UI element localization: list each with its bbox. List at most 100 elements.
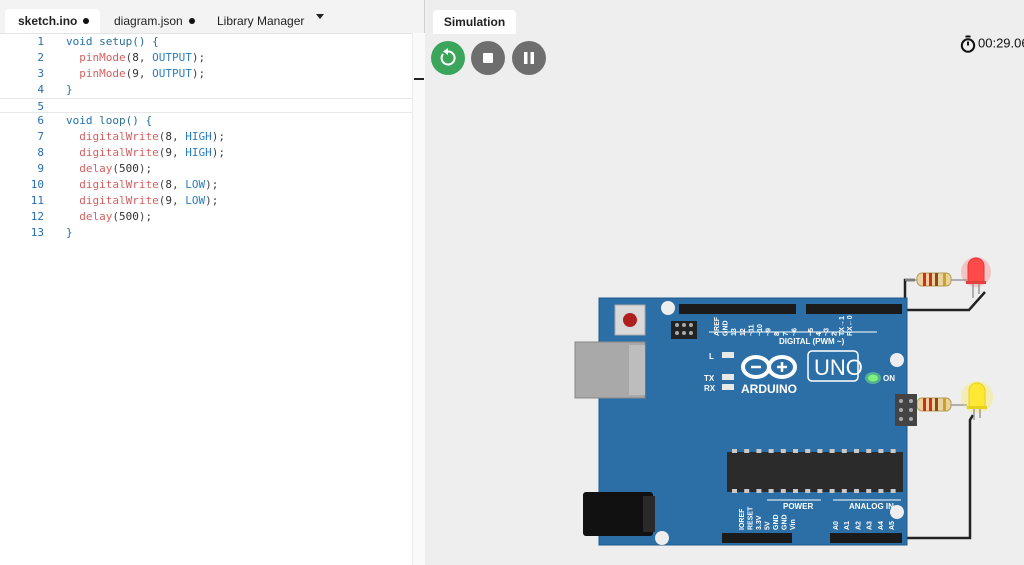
tab-label: sketch.ino — [18, 14, 78, 28]
pin-label: A3 — [867, 521, 874, 530]
code-line: 4} — [0, 82, 424, 98]
led-red[interactable] — [961, 257, 991, 298]
code-line: 11 digitalWrite(9, LOW); — [0, 193, 424, 209]
code-line: 12 delay(500); — [0, 209, 424, 225]
chip-pin — [744, 489, 750, 493]
mounting-hole — [661, 301, 675, 315]
pin-label: Vin — [790, 519, 797, 530]
mounting-hole — [655, 531, 669, 545]
pin-label: A4 — [878, 521, 885, 530]
tab-sketch-ino[interactable]: sketch.ino — [5, 9, 100, 33]
code-token: delay — [79, 209, 113, 223]
digital-header — [679, 304, 902, 314]
resistor-2[interactable] — [915, 397, 967, 412]
editor-tab-bar: sketch.ino diagram.json Library Manager — [0, 0, 424, 34]
simulation-pane: Simulation 00:29.06 AREF GND 13 12 ~11 ~… — [425, 0, 1024, 565]
line-number: 4 — [37, 82, 44, 96]
led-rx — [722, 384, 734, 390]
chip-pin — [805, 449, 811, 453]
code-token: 8 — [165, 178, 172, 192]
code-line: 6 void loop() { — [0, 113, 424, 129]
chip-pin — [732, 489, 737, 493]
line-number: 5 — [37, 99, 44, 113]
code-token: loop — [99, 114, 126, 128]
power-label: POWER — [783, 502, 813, 511]
code-token: delay — [79, 162, 113, 176]
tab-label: Library Manager — [217, 14, 305, 28]
line-number: 11 — [30, 193, 44, 207]
code-area[interactable]: 1 void setup() { 2 pinMode(8, OUTPUT); 3 … — [0, 33, 424, 565]
brand-label: ARDUINO — [741, 382, 797, 396]
chip-pin — [841, 449, 847, 453]
power-led-label: ON — [883, 374, 895, 383]
pin-label: RX←0 — [847, 315, 854, 336]
atmega-chip — [727, 449, 903, 493]
chip-pin — [866, 449, 872, 453]
chip-pin — [744, 449, 750, 453]
code-token: 9 — [165, 193, 172, 207]
line-number: 1 — [37, 35, 44, 48]
code-token: digitalWrite — [79, 178, 159, 192]
model-label: UNO — [814, 355, 863, 380]
led-tx-label: TX — [704, 374, 715, 383]
editor-scrollbar[interactable] — [412, 33, 425, 565]
code-token: LOW — [185, 178, 206, 192]
resistor-1[interactable] — [905, 272, 967, 287]
led-tx — [722, 374, 734, 380]
chip-pin — [890, 489, 896, 493]
pin-label: A2 — [855, 521, 862, 530]
chip-pin — [805, 489, 811, 493]
pin-label: 8 — [774, 332, 781, 336]
arduino-uno-board[interactable]: AREF GND 13 12 ~11 ~10 ~9 8 7 ~6 ~5 4 ~3 2 TX→1 RX←0 DI… — [574, 297, 917, 546]
led-l — [722, 352, 734, 358]
pin-label: ~11 — [748, 324, 755, 336]
chip-pin — [829, 449, 835, 453]
code-token: 9 — [165, 146, 172, 160]
code-token: 500 — [119, 209, 139, 223]
code-token: HIGH — [185, 146, 212, 160]
power-jack — [583, 492, 653, 536]
code-line: 3 pinMode(9, OUTPUT); — [0, 66, 424, 82]
pin-label: GND — [723, 320, 730, 336]
code-line-current: 5 — [0, 97, 424, 114]
pin-label: TX→1 — [839, 316, 846, 336]
pin-label: AREF — [714, 316, 721, 336]
code-token: } — [66, 82, 73, 96]
tab-diagram-json[interactable]: diagram.json — [104, 9, 196, 33]
chip-pin — [878, 489, 884, 493]
pin-label: GND — [773, 514, 780, 530]
chip-pin — [768, 489, 774, 493]
line-number: 2 — [37, 50, 44, 64]
code-token: 500 — [119, 162, 139, 176]
led-yellow[interactable] — [961, 381, 993, 420]
code-token: () { — [132, 35, 159, 48]
code-line: 13} — [0, 225, 424, 241]
power-led — [868, 374, 878, 382]
pin-label: ~10 — [757, 324, 764, 336]
pin-label: 2 — [831, 332, 838, 336]
line-number: 3 — [37, 66, 44, 80]
chip-pin — [854, 449, 859, 453]
pin-label: 3.3V — [756, 515, 763, 530]
code-token: 8 — [132, 50, 139, 64]
code-token: () { — [125, 114, 153, 128]
tabs-dropdown-chevron-down-icon[interactable] — [316, 14, 324, 19]
chip-pin — [793, 449, 798, 453]
code-token: 8 — [165, 130, 172, 144]
circuit-canvas[interactable]: AREF GND 13 12 ~11 ~10 ~9 8 7 ~6 ~5 4 ~3 2 TX→1 RX←0 DI… — [425, 0, 1024, 565]
chip-pin — [878, 449, 884, 453]
chip-pin — [817, 489, 823, 493]
code-token: } — [66, 225, 73, 239]
code-token: LOW — [185, 193, 206, 207]
line-number: 7 — [37, 130, 44, 144]
power-header — [722, 533, 792, 543]
code-line: 8 digitalWrite(9, HIGH); — [0, 145, 424, 161]
analog-header — [830, 533, 902, 543]
chip-pin — [780, 489, 786, 493]
line-number: 13 — [30, 225, 44, 239]
line-number: 6 — [37, 114, 44, 128]
pin-label: 4 — [816, 332, 823, 336]
reset-button-cap[interactable] — [623, 313, 637, 327]
icsp-header-2 — [895, 394, 917, 426]
tab-library-manager[interactable]: Library Manager — [210, 9, 310, 33]
